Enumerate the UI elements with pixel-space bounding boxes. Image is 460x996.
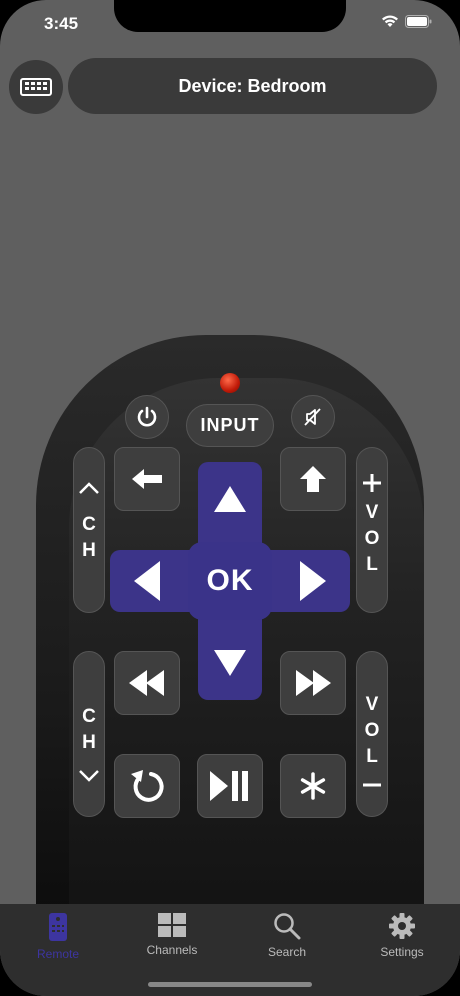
plus-icon — [363, 474, 381, 492]
power-button[interactable] — [125, 395, 169, 439]
device-notch — [114, 0, 346, 32]
tab-settings-label: Settings — [380, 945, 424, 959]
triangle-right-icon — [300, 561, 326, 601]
volume-down-label: V O L — [364, 694, 380, 767]
channel-up-label: C H — [82, 514, 96, 561]
search-icon — [274, 913, 301, 940]
dpad-up-button[interactable] — [198, 462, 262, 550]
asterisk-icon — [300, 772, 326, 800]
replay-button[interactable] — [114, 754, 180, 818]
play-pause-button[interactable] — [197, 754, 263, 818]
volume-up-button[interactable]: V O L — [356, 447, 388, 613]
tab-remote[interactable]: Remote — [8, 912, 108, 961]
wifi-icon — [382, 15, 398, 27]
battery-icon — [405, 14, 432, 28]
tab-settings[interactable]: Settings — [352, 912, 452, 959]
back-button[interactable] — [114, 447, 180, 511]
mute-button[interactable] — [291, 395, 335, 439]
home-button[interactable] — [280, 447, 346, 511]
grid-icon — [158, 913, 186, 937]
dpad-down-button[interactable] — [198, 612, 262, 700]
channel-down-button[interactable]: C H — [73, 651, 105, 817]
app-screen: 3:45 Device: Bedroom INPUT C H C H V O L… — [0, 0, 460, 996]
chevron-down-icon — [79, 770, 99, 782]
gear-icon — [389, 913, 415, 939]
ir-led — [220, 373, 240, 393]
minus-icon — [363, 783, 381, 787]
rewind-button[interactable] — [114, 651, 180, 715]
mute-icon — [304, 408, 321, 426]
fast-forward-button[interactable] — [280, 651, 346, 715]
keyboard-button[interactable] — [9, 60, 63, 114]
keyboard-icon — [20, 78, 52, 96]
status-time: 3:45 — [44, 14, 79, 33]
tab-channels-label: Channels — [146, 943, 198, 957]
channel-down-label: C H — [82, 706, 96, 753]
tab-search-label: Search — [267, 945, 307, 959]
chevron-up-icon — [79, 482, 99, 494]
replay-icon — [131, 770, 164, 802]
home-indicator[interactable] — [148, 982, 312, 987]
triangle-up-icon — [214, 486, 246, 512]
volume-up-label: V O L — [364, 502, 380, 575]
status-icons — [381, 14, 432, 28]
tab-remote-label: Remote — [36, 947, 80, 961]
input-button[interactable]: INPUT — [186, 404, 274, 447]
triangle-left-icon — [134, 561, 160, 601]
channel-up-button[interactable]: C H — [73, 447, 105, 613]
power-icon — [137, 406, 157, 427]
volume-down-button[interactable]: V O L — [356, 651, 388, 817]
options-button[interactable] — [280, 754, 346, 818]
fast-forward-icon — [296, 670, 331, 696]
play-pause-icon — [210, 771, 248, 801]
tab-channels[interactable]: Channels — [122, 912, 222, 957]
tab-search[interactable]: Search — [237, 912, 337, 959]
device-selector[interactable]: Device: Bedroom — [68, 58, 437, 114]
ok-button[interactable]: OK — [188, 542, 272, 620]
home-arrow-up-icon — [300, 466, 326, 492]
triangle-down-icon — [214, 650, 246, 676]
back-arrow-icon — [132, 469, 162, 489]
remote-icon — [49, 913, 67, 941]
rewind-icon — [129, 670, 164, 696]
